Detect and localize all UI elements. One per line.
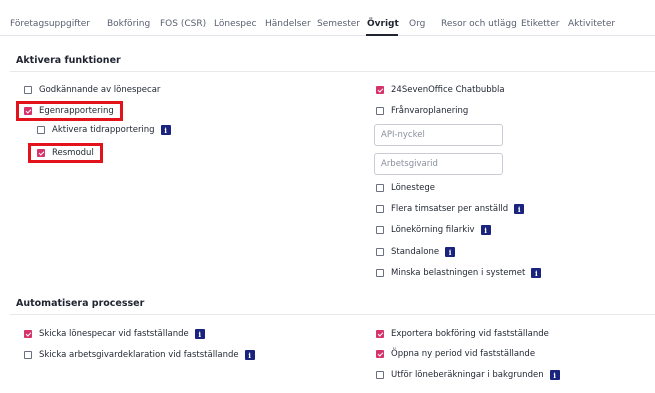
checkbox-label: Standalone [391,247,440,257]
checkbox-row-utfor-loneberakningar[interactable]: Utför löneberäkningar i bakgrunden i [376,368,560,382]
checkbox-label: Egenrapportering [39,106,114,116]
checkbox-row-skicka-lonespecar[interactable]: Skicka lönespecar vid fastställande i [24,327,205,341]
info-icon[interactable]: i [549,370,560,380]
section-divider [10,314,655,315]
info-icon[interactable]: i [531,268,542,278]
tab-bokforing[interactable]: Bokföring [107,19,150,30]
checkbox-label: Lönestege [391,183,436,193]
active-tab-indicator [366,34,398,36]
tab-org[interactable]: Org [409,19,425,30]
tab-semester[interactable]: Semester [317,19,360,30]
checkbox-row-exportera-bokforing[interactable]: Exportera bokföring vid fastställande [376,327,549,341]
checkbox-label: Exportera bokföring vid fastställande [391,329,549,339]
checkbox-label: Resmodul [52,148,94,158]
checkbox-row-skicka-arbetsgivardeklaration[interactable]: Skicka arbetsgivardeklaration vid fastst… [24,348,255,362]
checkbox-row-resmodul[interactable]: Resmodul [37,146,94,160]
checkbox-label: Godkännande av lönespecar [39,85,161,95]
checkbox-row-oppna-ny-period[interactable]: Öppna ny period vid fastställande [376,347,535,361]
info-icon[interactable]: i [244,350,255,360]
checkbox-label: Öppna ny period vid fastställande [391,349,536,359]
section-title-activate: Aktivera funktioner [16,55,121,66]
checkbox[interactable] [24,351,32,359]
checkbox-label: Flera timsatser per anställd [391,204,509,214]
info-icon[interactable]: i [445,247,456,257]
checkbox[interactable] [376,184,384,192]
api-key-input[interactable] [374,124,503,146]
info-icon[interactable]: i [194,329,205,339]
tab-aktiviteter[interactable]: Aktiviteter [568,19,615,30]
checkbox-label: Minska belastningen i systemet [391,268,526,278]
checkbox[interactable] [376,269,384,277]
checkbox-label: Lönekörning filarkiv [391,225,475,235]
tab-bar: Företagsuppgifter Bokföring FOS (CSR) Lö… [0,0,655,36]
tab-etiketter[interactable]: Etiketter [521,19,559,30]
checkbox[interactable] [37,126,45,134]
tab-handelser[interactable]: Händelser [265,19,311,30]
checkbox-checked[interactable] [37,149,45,157]
tab-resor-och-utlagg[interactable]: Resor och utlägg [441,19,517,30]
info-icon[interactable]: i [480,225,491,235]
checkbox-label: 24SevenOffice Chatbubbla [391,85,505,95]
checkbox-label: Skicka arbetsgivardeklaration vid fastst… [39,350,239,360]
checkbox-row-chatbubbla[interactable]: 24SevenOffice Chatbubbla [376,83,505,97]
info-icon[interactable]: i [160,125,171,135]
checkbox-row-standalone[interactable]: Standalone i [376,245,456,259]
checkbox-row-lonestege[interactable]: Lönestege [376,181,435,195]
checkbox-label: Aktivera tidrapportering [52,125,155,135]
checkbox-checked[interactable] [376,330,384,338]
checkbox[interactable] [376,248,384,256]
info-icon[interactable]: i [514,204,525,214]
checkbox-row-lonekorning-filarkiv[interactable]: Lönekörning filarkiv i [376,223,491,237]
checkbox-checked[interactable] [376,350,384,358]
tab-lonespec[interactable]: Lönespec [214,19,257,30]
checkbox[interactable] [24,86,32,94]
checkbox[interactable] [376,205,384,213]
section-title-automate: Automatisera processer [16,298,145,309]
checkbox-row-egenrapportering[interactable]: Egenrapportering [24,104,114,118]
employer-id-input[interactable] [374,153,503,175]
checkbox[interactable] [376,371,384,379]
checkbox-label: Utför löneberäkningar i bakgrunden [391,370,544,380]
checkbox-row-godkannande[interactable]: Godkännande av lönespecar [24,83,160,97]
checkbox-checked[interactable] [376,86,384,94]
checkbox-row-flera-timsatser[interactable]: Flera timsatser per anställd i [376,202,525,216]
tab-fos-csr[interactable]: FOS (CSR) [160,19,206,30]
tab-ovrigt[interactable]: Övrigt [367,19,399,30]
checkbox-checked[interactable] [24,107,32,115]
checkbox-checked[interactable] [24,330,32,338]
checkbox-row-aktivera-tidrapportering[interactable]: Aktivera tidrapportering i [37,123,171,137]
section-divider [10,71,655,72]
checkbox-row-minska-belastningen[interactable]: Minska belastningen i systemet i [376,266,542,280]
checkbox-label: Skicka lönespecar vid fastställande [39,329,189,339]
tab-foretagsuppgifter[interactable]: Företagsuppgifter [10,19,90,30]
checkbox-label: Frånvaroplanering [391,106,469,116]
checkbox[interactable] [376,107,384,115]
checkbox[interactable] [376,226,384,234]
checkbox-row-franvaroplanering[interactable]: Frånvaroplanering [376,104,468,118]
